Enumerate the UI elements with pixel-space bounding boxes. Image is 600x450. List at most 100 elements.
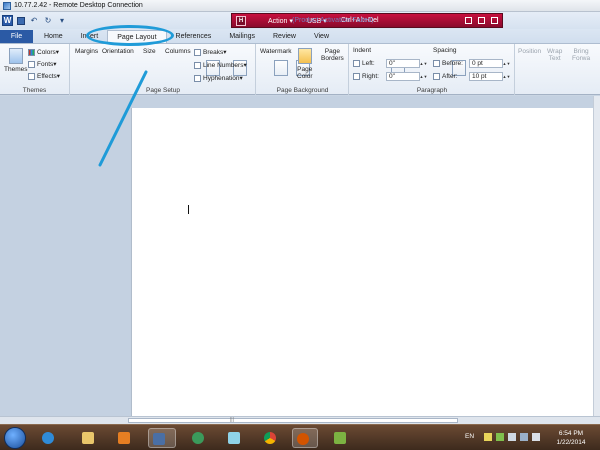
indent-left-spinner[interactable]: ▲▼ — [420, 59, 428, 68]
activation-status: (Product Activation Failed) — [292, 17, 374, 24]
breaks-button[interactable]: Breaks ▾ — [194, 48, 227, 56]
indent-left-label: Left: — [353, 60, 375, 67]
text-cursor — [188, 205, 189, 214]
window-title: 10.77.2.42 - Remote Desktop Connection — [14, 2, 143, 9]
horizontal-scroll-thumb[interactable] — [128, 418, 458, 423]
tray-app-icon[interactable] — [496, 433, 504, 441]
media-player-icon — [118, 432, 130, 444]
tray-show-icons[interactable] — [484, 433, 492, 441]
hyphenation-icon — [194, 74, 201, 82]
paragraph-group: Indent Left: 0" ▲▼ Right: 0" ▲▼ Spacing … — [350, 44, 515, 95]
taskbar-stack[interactable] — [330, 428, 354, 448]
themes-button[interactable]: Themes — [4, 48, 27, 73]
minimize-icon[interactable] — [465, 17, 472, 24]
undo-icon[interactable]: ↶ — [29, 16, 39, 26]
taskbar-ie[interactable] — [38, 428, 58, 448]
remote-desktop-taskbar-icon — [153, 433, 165, 445]
stack-icon — [334, 432, 346, 444]
effects-icon — [28, 72, 35, 80]
word-icon[interactable]: W — [2, 15, 13, 26]
spacing-after-spinner[interactable]: ▲▼ — [503, 72, 511, 81]
effects-button[interactable]: Effects ▾ — [28, 72, 60, 80]
indent-right-field[interactable]: 0" — [386, 72, 420, 81]
bring-forward-button[interactable]: Bring Forwa — [572, 48, 590, 62]
taskbar-explorer[interactable] — [78, 428, 98, 448]
ie-icon — [42, 432, 54, 444]
watermark-button[interactable]: Watermark — [260, 48, 405, 76]
page-setup-group-label: Page Setup — [146, 87, 180, 94]
columns-button[interactable]: Columns — [165, 48, 310, 76]
line-numbers-icon — [194, 61, 201, 69]
taskbar-remote-desktop[interactable] — [148, 428, 176, 448]
save-icon[interactable] — [17, 16, 25, 25]
clock-date: 1/22/2014 — [556, 439, 586, 446]
size-button[interactable]: Size — [143, 48, 288, 76]
remote-desktop-icon — [3, 1, 11, 10]
fonts-icon — [28, 60, 35, 68]
title-bar: 10.77.2.42 - Remote Desktop Connection — [0, 0, 600, 12]
redo-icon[interactable]: ↻ — [43, 16, 53, 26]
position-button[interactable]: Position — [518, 48, 541, 55]
page-color-icon — [297, 48, 312, 64]
indent-left-field[interactable]: 0" — [386, 59, 420, 68]
taskbar-app[interactable] — [292, 428, 318, 448]
themes-group: Themes Colors ▾ Fonts ▾ Effects ▾ Themes — [0, 44, 70, 95]
page-borders-button[interactable]: Page Borders — [321, 48, 466, 76]
document-area — [0, 96, 600, 418]
start-button-icon[interactable] — [4, 427, 26, 449]
page-setup-group: Margins Orientation Size Columns Breaks … — [71, 44, 310, 95]
tab-home[interactable]: Home — [35, 30, 72, 43]
action-menu[interactable]: Action ▾ — [268, 17, 293, 25]
indent-label: Indent — [353, 47, 372, 54]
tab-references[interactable]: References — [167, 30, 221, 43]
customize-qat-icon[interactable]: ▾ — [57, 16, 67, 26]
tray-network-icon[interactable] — [520, 433, 528, 441]
tab-mailings[interactable]: Mailings — [220, 30, 264, 43]
line-numbers-button[interactable]: Line Numbers ▾ — [194, 61, 247, 69]
taskbar-media-player[interactable] — [114, 428, 134, 448]
close-icon[interactable] — [491, 17, 498, 24]
restore-icon[interactable] — [478, 17, 485, 24]
taskbar-notes[interactable] — [224, 428, 244, 448]
indent-right-icon — [353, 73, 360, 80]
margins-button[interactable]: Margins — [75, 48, 220, 76]
spacing-before-field[interactable]: 0 pt — [469, 59, 503, 68]
orientation-button[interactable]: Orientation — [102, 48, 247, 76]
fonts-button[interactable]: Fonts ▾ — [28, 60, 57, 68]
pin-icon[interactable]: H — [236, 15, 246, 26]
themes-group-label: Themes — [22, 87, 47, 94]
tray-volume-icon[interactable] — [532, 433, 540, 441]
vertical-scrollbar[interactable] — [593, 96, 600, 416]
ribbon: Themes Colors ▾ Fonts ▾ Effects ▾ Themes… — [0, 43, 600, 95]
arrange-group: Position Wrap Text Bring Forwa — [516, 44, 600, 95]
taskbar-people[interactable] — [188, 428, 208, 448]
clock[interactable]: 6:54 PM 1/22/2014 — [548, 429, 594, 447]
page-background-group: Watermark Page Color Page Borders Page B… — [257, 44, 466, 95]
annotation-circle — [86, 25, 174, 46]
tab-file[interactable]: File — [0, 30, 33, 43]
indent-right-spinner[interactable]: ▲▼ — [420, 72, 428, 81]
tray-action-center-icon[interactable] — [508, 433, 516, 441]
page-background-group-label: Page Background — [276, 87, 329, 94]
colors-icon — [28, 48, 35, 56]
paragraph-group-label: Paragraph — [416, 87, 448, 94]
hyphenation-button[interactable]: Hyphenation ▾ — [194, 74, 243, 82]
wrap-text-button[interactable]: Wrap Text — [547, 48, 562, 62]
taskbar-chrome[interactable] — [260, 428, 280, 448]
scroll-grip-icon: ||| — [230, 417, 234, 423]
indent-right-label: Right: — [353, 73, 379, 80]
taskbar: EN 6:54 PM 1/22/2014 — [0, 424, 600, 450]
notes-icon — [228, 432, 240, 444]
tab-view[interactable]: View — [305, 30, 338, 43]
spacing-after-field[interactable]: 10 pt — [469, 72, 503, 81]
colors-button[interactable]: Colors ▾ — [28, 48, 59, 56]
tab-review[interactable]: Review — [264, 30, 305, 43]
document-page[interactable] — [131, 108, 593, 418]
breaks-icon — [194, 48, 201, 56]
spacing-after-label: After: — [433, 73, 458, 80]
page-color-button[interactable]: Page Color — [297, 48, 313, 80]
language-indicator[interactable]: EN — [465, 433, 474, 440]
horizontal-scrollbar[interactable]: ||| — [0, 416, 600, 424]
spacing-before-spinner[interactable]: ▲▼ — [503, 59, 511, 68]
clock-time: 6:54 PM — [558, 430, 584, 437]
